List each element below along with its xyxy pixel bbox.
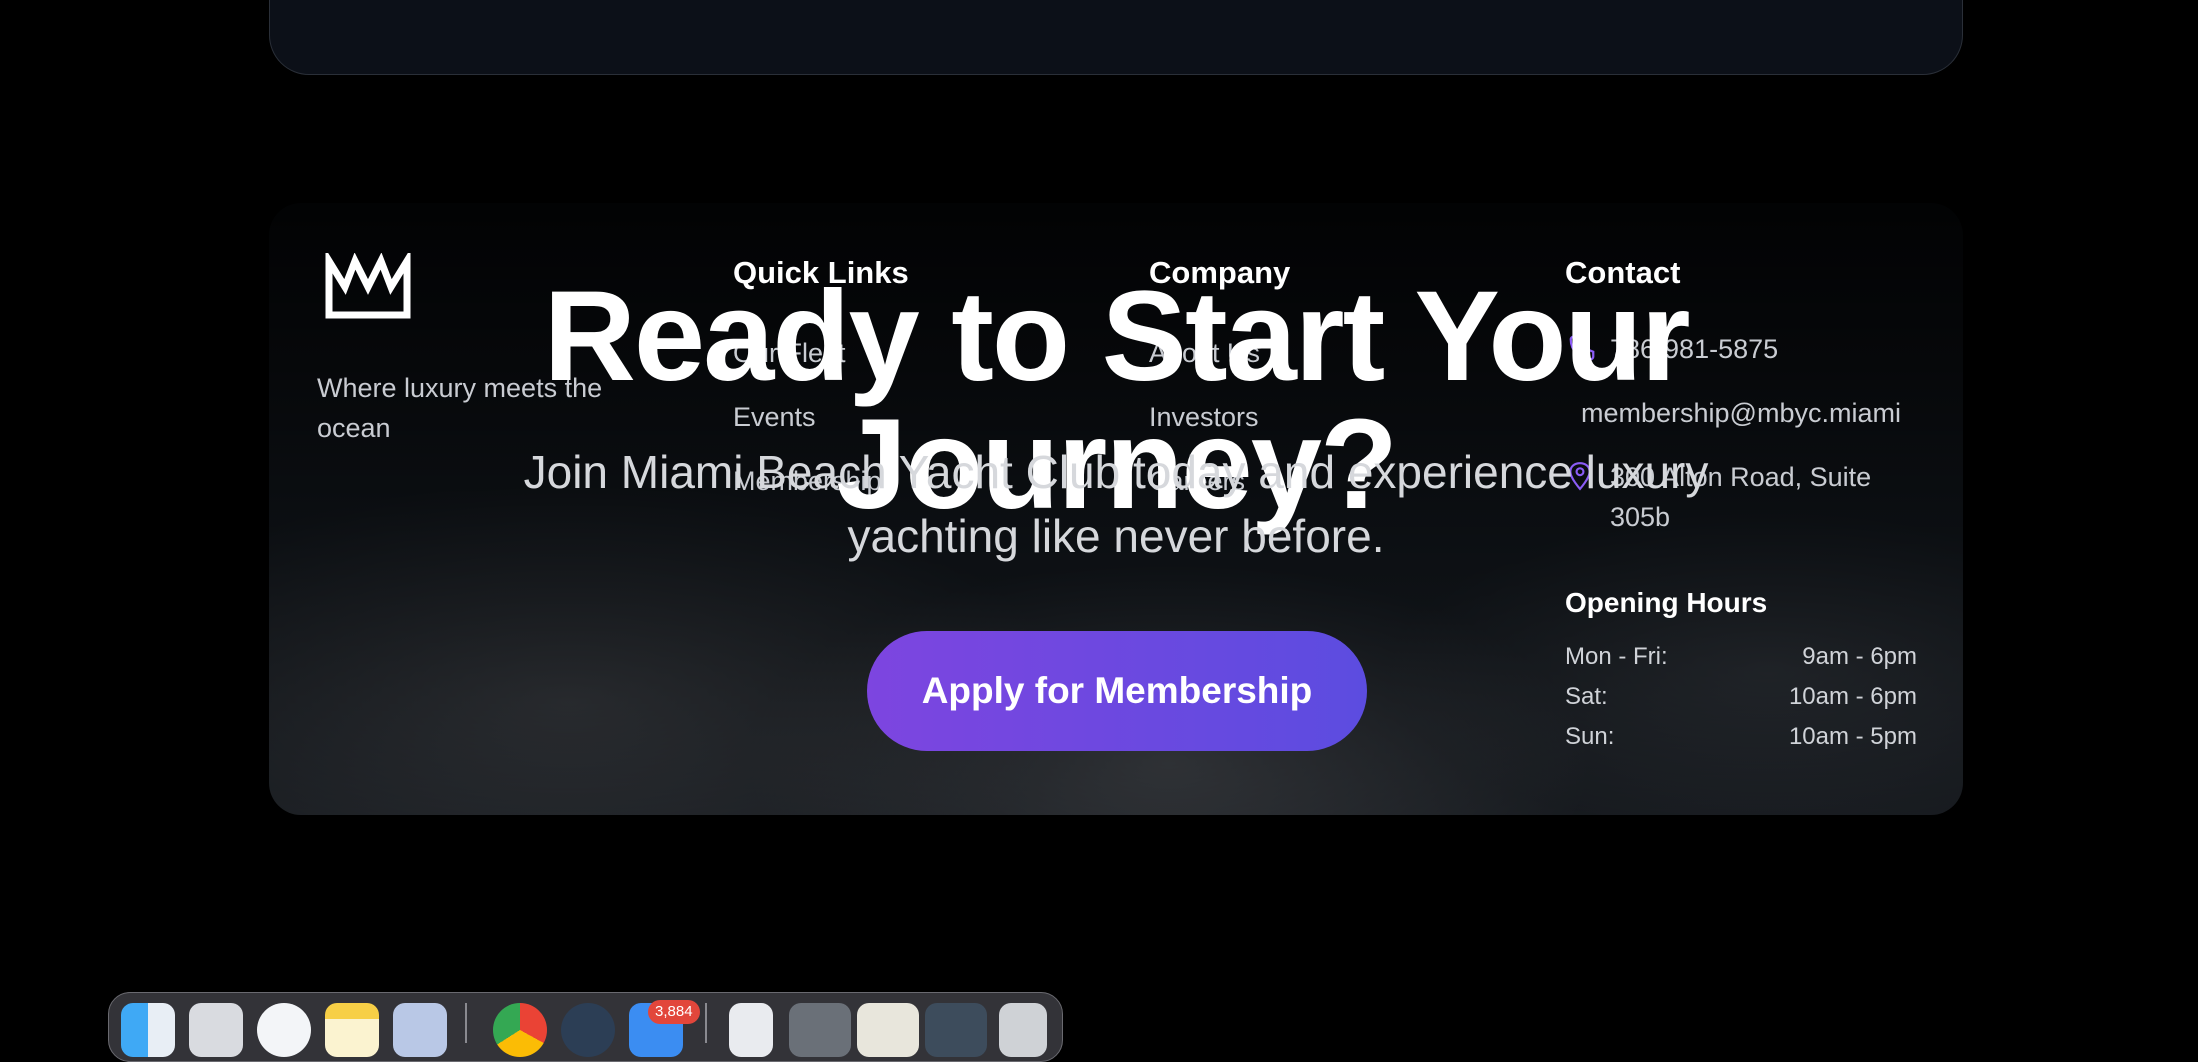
opening-hours-heading: Opening Hours [1565,587,1768,618]
footer-cta-card: Where luxury meets the ocean Quick Links… [269,203,1963,815]
trash-icon[interactable] [999,1003,1047,1057]
notes-icon[interactable] [325,1003,379,1057]
dock-separator [705,1003,707,1043]
preview-icon[interactable] [393,1003,447,1057]
macos-dock [108,992,1063,1062]
hours-time: 10am - 6pm [1788,683,1917,710]
safari-icon[interactable] [257,1003,311,1057]
cta-subtitle: Join Miami Beach Yacht Club today and ex… [523,446,1709,562]
maps-icon[interactable] [561,1003,615,1057]
launchpad-icon[interactable] [189,1003,243,1057]
hours-day: Sun: [1565,723,1615,750]
hours-time: 9am - 6pm [1802,643,1917,670]
screenshot-icon[interactable] [789,1003,851,1057]
previous-section-card [269,0,1963,75]
document-preview-icon[interactable] [857,1003,919,1057]
document-icon[interactable] [729,1003,773,1057]
hours-day: Sat: [1565,683,1608,710]
dock-separator [465,1003,467,1043]
mail-unread-badge: 3,884 [648,1000,700,1024]
hours-time: 10am - 5pm [1788,723,1917,750]
apply-membership-button[interactable]: Apply for Membership [867,631,1367,751]
hours-day: Mon - Fri: [1565,643,1668,670]
finder-icon[interactable] [121,1003,175,1057]
chrome-icon[interactable] [493,1003,547,1057]
screenshot-icon[interactable] [925,1003,987,1057]
